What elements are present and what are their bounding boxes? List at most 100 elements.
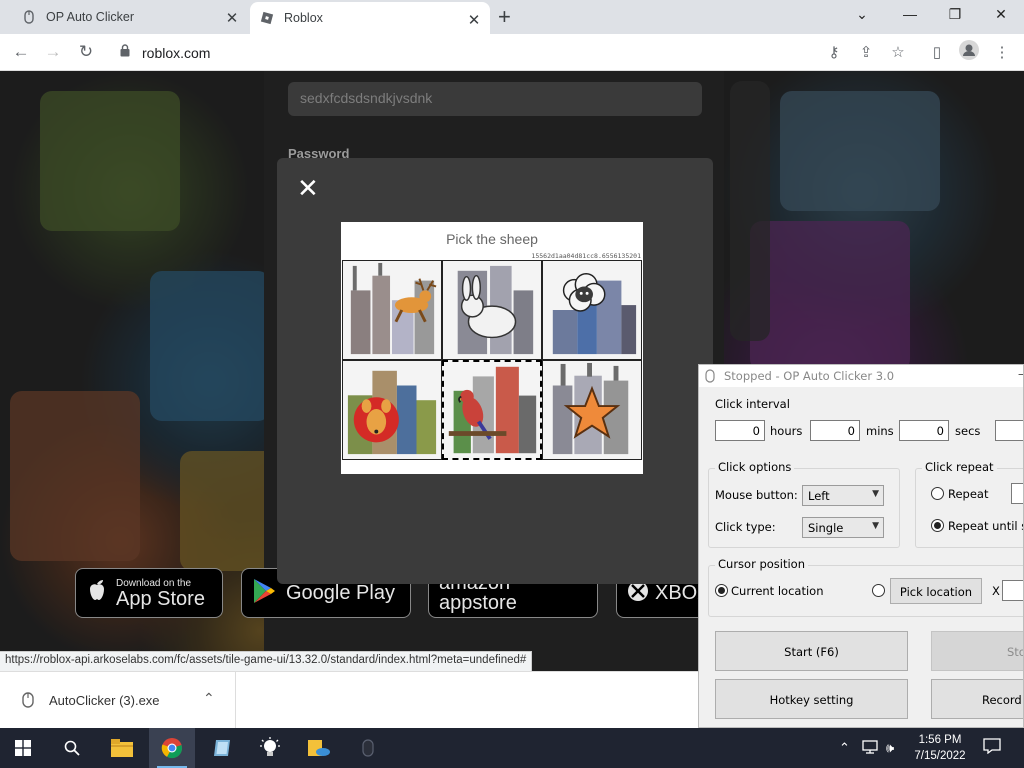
notification-icon[interactable] (983, 738, 1001, 757)
secs-input[interactable]: 0 (899, 420, 949, 441)
lock-icon (120, 44, 130, 62)
minimize-icon[interactable]: — (898, 6, 922, 22)
captcha-tile-starfish[interactable] (542, 360, 642, 460)
volume-icon[interactable]: 🕪 (886, 740, 894, 756)
chevron-down-icon: ▼ (872, 521, 879, 531)
mouse-icon (22, 692, 34, 713)
side-panel-icon[interactable]: ▯ (927, 43, 947, 61)
chevron-down-icon: ▼ (872, 489, 879, 499)
mouse-icon (22, 10, 36, 24)
star-icon[interactable]: ☆ (888, 43, 908, 61)
repeat-radio[interactable] (931, 487, 944, 500)
key-icon[interactable]: ⚷ (824, 43, 844, 61)
forward-arrow-icon[interactable]: → (42, 42, 64, 62)
username-field[interactable]: sedxfcdsdsndkjvsdnk (288, 82, 702, 116)
repeat-count-input[interactable] (1011, 483, 1023, 504)
captcha-session-id: 15562d1aa04d81cc8.6556135201 (531, 252, 641, 260)
pick-location-radio[interactable] (872, 584, 885, 597)
browser-tab-bar: OP Auto Clicker ✕ Roblox ✕ + ⌄ — ❐ ✕ (0, 0, 1024, 34)
system-clock[interactable]: 1:56 PM 7/15/2022 (905, 732, 975, 764)
download-item[interactable]: AutoClicker (3).exe ⌃ (0, 672, 236, 729)
captcha-tile-kangaroo[interactable] (342, 360, 442, 460)
tab-title: OP Auto Clicker (46, 10, 135, 24)
download-filename: AutoClicker (3).exe (49, 693, 160, 708)
apple-icon (86, 577, 108, 610)
x-coordinate-input[interactable] (1002, 580, 1023, 601)
captcha-tile-parrot[interactable] (442, 360, 542, 460)
close-tab-icon[interactable]: ✕ (224, 9, 240, 27)
captcha-tile-deer[interactable] (342, 260, 442, 360)
secs-label: secs (955, 424, 981, 438)
captcha-prompt: Pick the sheep (446, 231, 538, 247)
clock-time: 1:56 PM (918, 734, 962, 746)
mins-input[interactable]: 0 (810, 420, 860, 441)
tab-op-auto-clicker[interactable]: OP Auto Clicker ✕ (0, 0, 248, 34)
click-type-value: Single (808, 521, 844, 535)
pick-location-button[interactable]: Pick location (890, 578, 982, 604)
mouse-button-value: Left (808, 489, 830, 503)
badge-big-text: Google Play (286, 582, 395, 604)
x-coordinate-label: X (992, 584, 1000, 598)
chevron-down-icon[interactable]: ⌄ (850, 6, 874, 23)
url-text: roblox.com (142, 45, 211, 61)
onedrive-folder-icon[interactable] (296, 728, 342, 768)
chevron-up-icon[interactable]: ⌃ (839, 740, 850, 756)
click-interval-label: Click interval (715, 397, 790, 411)
address-bar[interactable]: roblox.com (108, 38, 824, 67)
hours-input[interactable]: 0 (715, 420, 765, 441)
record-playback-button[interactable]: Record & (931, 679, 1023, 719)
current-location-radio[interactable] (715, 584, 728, 597)
windows-start-icon[interactable] (0, 728, 46, 768)
search-icon[interactable] (49, 728, 95, 768)
repeat-until-label: Repeat until stop (948, 519, 1023, 533)
clock-date: 7/15/2022 (914, 750, 966, 762)
captcha-tile-sheep[interactable] (542, 260, 642, 360)
browser-toolbar: ← → ↻ roblox.com ⚷ ⇪ ☆ ▯ ⋮ (0, 34, 1024, 71)
tab-roblox[interactable]: Roblox ✕ (250, 2, 490, 34)
repeat-until-stopped-radio[interactable] (931, 519, 944, 532)
close-window-icon[interactable]: ✕ (989, 6, 1013, 23)
back-arrow-icon[interactable]: ← (10, 42, 32, 62)
new-tab-icon[interactable]: + (498, 4, 511, 30)
mouse-button-select[interactable]: Left ▼ (802, 485, 884, 506)
lightbulb-icon[interactable] (247, 728, 293, 768)
close-icon[interactable]: ✕ (297, 175, 319, 201)
network-icon[interactable] (862, 740, 878, 757)
notebook-app-icon[interactable] (199, 728, 245, 768)
captcha-modal: ✕ Pick the sheep 15562d1aa04d81cc8.65561… (277, 158, 713, 584)
windows-taskbar: ⌃ 🕪 1:56 PM 7/15/2022 (0, 728, 1024, 768)
mouse-icon[interactable] (345, 728, 391, 768)
tab-title: Roblox (284, 11, 323, 25)
auto-clicker-titlebar[interactable]: Stopped - OP Auto Clicker 3.0 – (699, 365, 1023, 387)
click-type-select[interactable]: Single ▼ (802, 517, 884, 538)
window-title: Stopped - OP Auto Clicker 3.0 (724, 369, 895, 383)
hours-label: hours (770, 424, 803, 438)
minimize-icon[interactable]: – (1018, 367, 1023, 381)
captcha-grid (342, 260, 642, 460)
captcha-tile-rabbit[interactable] (442, 260, 542, 360)
app-store-badge[interactable]: Download on the App Store (75, 568, 223, 618)
mouse-icon (705, 369, 715, 386)
badge-big-text: App Store (116, 587, 205, 610)
hotkey-setting-button[interactable]: Hotkey setting (715, 679, 908, 719)
reload-icon[interactable]: ↻ (75, 42, 97, 62)
click-repeat-label: Click repeat (922, 460, 997, 474)
current-location-label: Current location (731, 584, 824, 598)
restore-icon[interactable]: ❐ (943, 6, 967, 23)
stop-button[interactable]: Stop (931, 631, 1023, 671)
file-explorer-icon[interactable] (99, 728, 145, 768)
auto-clicker-window: Stopped - OP Auto Clicker 3.0 – Click in… (698, 364, 1024, 728)
chevron-up-icon[interactable]: ⌃ (203, 690, 215, 707)
share-icon[interactable]: ⇪ (856, 43, 876, 61)
milliseconds-input[interactable] (995, 420, 1023, 441)
click-options-label: Click options (715, 460, 795, 474)
chrome-icon[interactable] (149, 728, 195, 768)
badge-small-text: Download on the (116, 577, 192, 589)
menu-kebab-icon[interactable]: ⋮ (992, 43, 1012, 61)
close-tab-icon[interactable]: ✕ (466, 11, 482, 29)
click-type-label: Click type: (715, 520, 776, 534)
mouse-button-label: Mouse button: (715, 488, 798, 502)
start-button[interactable]: Start (F6) (715, 631, 908, 671)
profile-avatar-icon[interactable] (959, 40, 979, 64)
mins-label: mins (866, 424, 894, 438)
